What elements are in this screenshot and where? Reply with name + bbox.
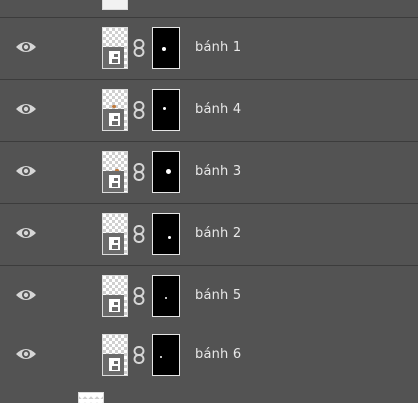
layers-panel: bánh 1 bánh 4 bánh 3 bánh 2 bánh 5 bánh …: [0, 0, 418, 403]
layer-thumbnail: [78, 392, 104, 403]
eye-icon[interactable]: [15, 288, 37, 302]
link-icon[interactable]: [133, 287, 145, 305]
layer-name[interactable]: bánh 6: [195, 347, 241, 363]
layer-content-mark: [112, 105, 116, 108]
layer-name[interactable]: bánh 1: [195, 40, 241, 56]
layer-thumbnail[interactable]: [102, 89, 128, 131]
layer-mask-thumbnail[interactable]: [152, 213, 180, 255]
layer-name[interactable]: bánh 2: [195, 226, 241, 242]
layer-row[interactable]: bánh 1: [0, 18, 418, 80]
layer-mask-thumbnail[interactable]: [152, 151, 180, 193]
mask-content: [162, 47, 166, 51]
eye-icon[interactable]: [15, 164, 37, 178]
smart-object-icon: [103, 171, 124, 192]
layer-mask-thumbnail[interactable]: [152, 89, 180, 131]
link-icon[interactable]: [133, 39, 145, 57]
layer-row[interactable]: bánh 4: [0, 80, 418, 142]
layer-mask-thumbnail[interactable]: [152, 334, 180, 376]
link-icon[interactable]: [133, 225, 145, 243]
layer-mask-thumbnail[interactable]: [152, 27, 180, 69]
smart-object-icon: [103, 47, 124, 68]
layer-thumbnail[interactable]: [102, 151, 128, 193]
smart-object-icon: [103, 233, 124, 254]
layer-row[interactable]: bánh 5: [0, 266, 418, 328]
layer-row[interactable]: bánh 3: [0, 142, 418, 204]
layer-name[interactable]: bánh 4: [195, 102, 241, 118]
mask-content: [160, 356, 162, 358]
layer-thumbnail[interactable]: [102, 27, 128, 69]
layer-mask-thumbnail[interactable]: [152, 275, 180, 317]
layer-row[interactable]: bánh 6: [0, 325, 418, 387]
link-icon[interactable]: [133, 101, 145, 119]
eye-icon[interactable]: [15, 347, 37, 361]
layer-row-partial-bottom[interactable]: [0, 386, 418, 403]
eye-icon[interactable]: [15, 102, 37, 116]
mask-content: [168, 236, 171, 239]
layer-name[interactable]: bánh 3: [195, 164, 241, 180]
link-icon[interactable]: [133, 163, 145, 181]
eye-icon[interactable]: [15, 226, 37, 240]
layer-row[interactable]: bánh 2: [0, 204, 418, 266]
mask-content: [166, 169, 171, 174]
smart-object-icon: [103, 354, 124, 375]
smart-object-icon: [103, 295, 124, 316]
layer-thumbnail[interactable]: [102, 275, 128, 317]
eye-icon[interactable]: [15, 40, 37, 54]
layer-row-partial-top[interactable]: [0, 0, 418, 18]
layer-name[interactable]: bánh 5: [195, 288, 241, 304]
mask-content: [165, 297, 167, 299]
layer-thumbnail[interactable]: [102, 334, 128, 376]
link-icon[interactable]: [133, 346, 145, 364]
mask-content: [163, 107, 166, 110]
layer-thumbnail: [102, 0, 128, 10]
layer-thumbnail[interactable]: [102, 213, 128, 255]
smart-object-icon: [103, 109, 124, 130]
